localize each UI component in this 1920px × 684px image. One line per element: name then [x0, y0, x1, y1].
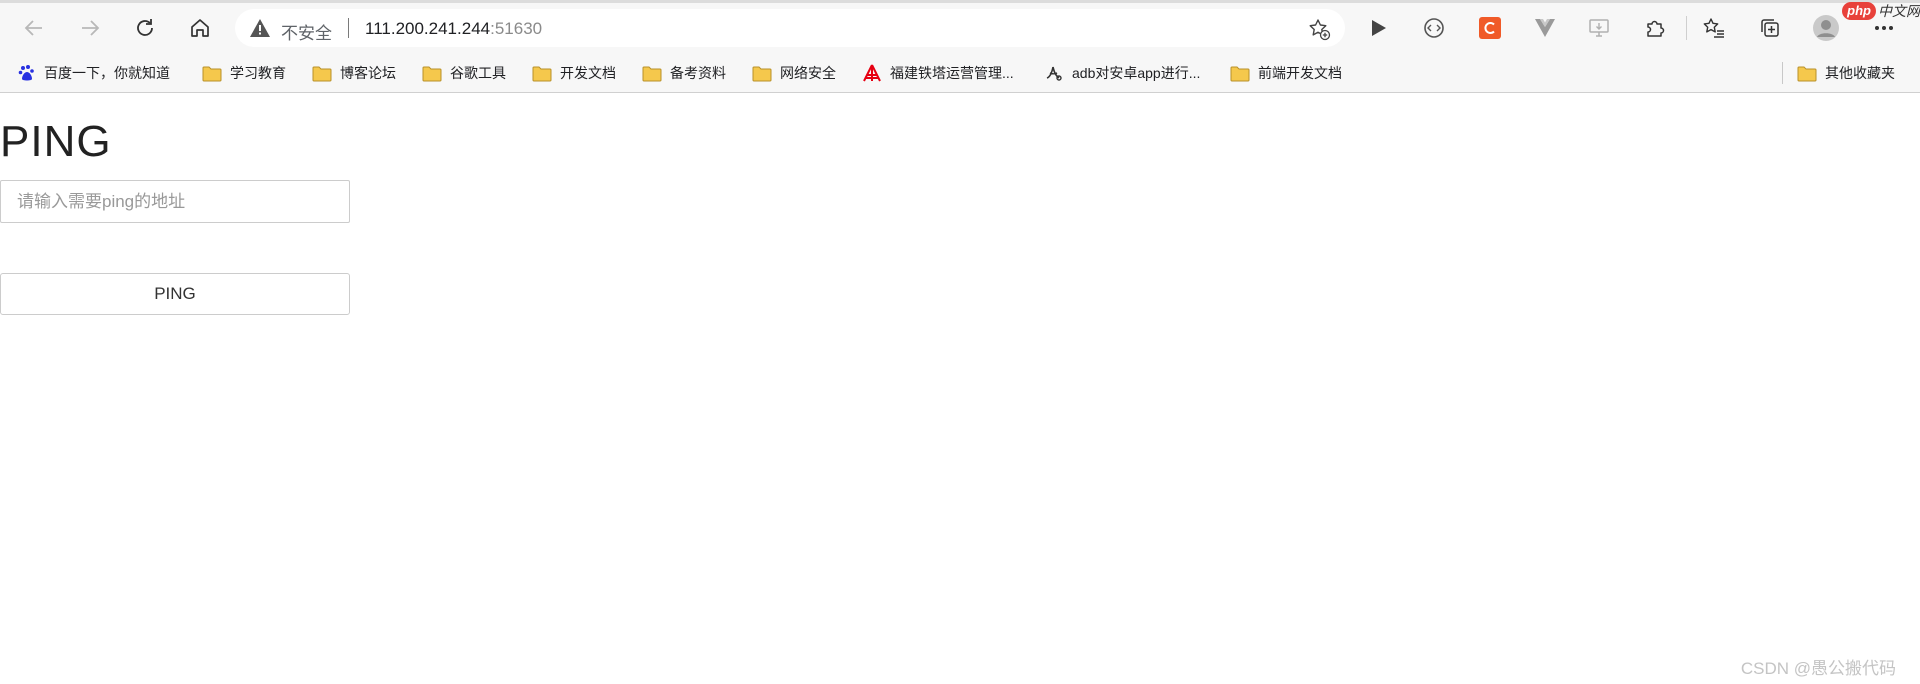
- arrow-right-icon: [82, 20, 100, 36]
- bookmark-tower[interactable]: 福建铁塔运营管理...: [862, 62, 1014, 84]
- csdn-credit: CSDN @愚公搬代码: [1740, 659, 1896, 678]
- folder-icon: [642, 66, 662, 81]
- folder-icon: [752, 66, 772, 81]
- bookmark-label: 福建铁塔运营管理...: [890, 65, 1014, 81]
- back-button[interactable]: [16, 10, 52, 46]
- add-favorite-icon[interactable]: [1307, 17, 1331, 41]
- orange-extension[interactable]: [1476, 14, 1504, 42]
- page-title: PING: [0, 117, 112, 166]
- bookmark-label: 学习教育: [230, 65, 286, 81]
- watermark-text: 中文网: [1878, 3, 1920, 19]
- reload-icon: [137, 19, 153, 36]
- forward-button[interactable]: [72, 10, 108, 46]
- bookmark-label: 备考资料: [670, 65, 726, 81]
- ping-address-input[interactable]: [0, 180, 350, 223]
- extensions-button[interactable]: [1641, 14, 1669, 42]
- screen-extension[interactable]: [1585, 14, 1613, 42]
- play-icon: [1372, 20, 1386, 36]
- collections-icon: [1761, 19, 1779, 37]
- c-logo-icon: [1479, 17, 1501, 39]
- bookmark-label: 其他收藏夹: [1825, 65, 1895, 81]
- tower-icon: [863, 64, 881, 82]
- puzzle-icon: [1647, 20, 1665, 37]
- bookmark-adb[interactable]: adb对安卓app进行...: [1044, 62, 1200, 84]
- media-extension[interactable]: [1364, 14, 1392, 42]
- bookmark-label: 前端开发文档: [1258, 65, 1342, 81]
- folder-icon: [1230, 66, 1250, 81]
- tab-strip-edge: [0, 0, 1920, 3]
- bookmarks-bar: 百度一下，你就知道 学习教育 博客论坛 谷歌工具 开发文档 备考资料 网络安全 …: [0, 54, 1920, 93]
- folder-icon: [202, 66, 222, 81]
- bookmark-folder[interactable]: 谷歌工具: [422, 62, 506, 84]
- bookmark-baidu[interactable]: 百度一下，你就知道: [18, 62, 170, 84]
- bookmark-folder[interactable]: 前端开发文档: [1230, 62, 1342, 84]
- bookmark-folder[interactable]: 开发文档: [532, 62, 616, 84]
- url-host: 111.200.241.244: [365, 19, 491, 38]
- reload-button[interactable]: [127, 10, 163, 46]
- monitor-download-icon: [1589, 19, 1609, 37]
- ping-button[interactable]: PING: [0, 273, 350, 315]
- url-port: :51630: [490, 19, 543, 38]
- bookmark-folder[interactable]: 学习教育: [202, 62, 286, 84]
- bookmark-label: 百度一下，你就知道: [44, 65, 170, 81]
- php-watermark: php 中文网: [1842, 0, 1920, 22]
- bookmark-label: 网络安全: [780, 65, 836, 81]
- watermark-badge: php: [1842, 2, 1876, 20]
- vue-logo-icon: [1535, 19, 1555, 37]
- bookmark-folder[interactable]: 备考资料: [642, 62, 726, 84]
- bookmarks-divider: [1782, 62, 1783, 84]
- folder-icon: [422, 66, 442, 81]
- profile-button[interactable]: [1812, 14, 1840, 42]
- avatar: [1813, 15, 1839, 41]
- browser-toolbar: 不安全 111.200.241.244:51630 php 中文网: [0, 0, 1920, 54]
- security-label[interactable]: 不安全: [281, 19, 332, 44]
- code-circle-icon: [1424, 18, 1444, 38]
- favorites-button[interactable]: [1700, 14, 1728, 42]
- baidu-icon: [18, 65, 34, 81]
- adb-icon: [1046, 66, 1062, 81]
- home-icon: [191, 19, 209, 37]
- warning-icon[interactable]: [249, 18, 271, 38]
- address-bar[interactable]: 不安全 111.200.241.244:51630: [235, 9, 1345, 47]
- bookmark-folder[interactable]: 网络安全: [752, 62, 836, 84]
- favorites-list-icon: [1703, 18, 1724, 38]
- more-dots-icon: [1875, 26, 1893, 30]
- bookmark-label: adb对安卓app进行...: [1072, 65, 1201, 81]
- home-button[interactable]: [182, 10, 218, 46]
- url-text[interactable]: 111.200.241.244:51630: [365, 19, 542, 39]
- bookmark-label: 谷歌工具: [450, 65, 506, 81]
- folder-icon: [1797, 66, 1817, 81]
- bookmark-folder[interactable]: 博客论坛: [312, 62, 396, 84]
- other-favorites-folder[interactable]: 其他收藏夹: [1797, 62, 1895, 84]
- arrow-left-icon: [24, 20, 42, 36]
- folder-icon: [532, 66, 552, 81]
- address-separator: [348, 18, 349, 38]
- bookmark-label: 博客论坛: [340, 65, 396, 81]
- vue-extension[interactable]: [1531, 14, 1559, 42]
- bookmark-label: 开发文档: [560, 65, 616, 81]
- folder-icon: [312, 66, 332, 81]
- devtools-extension[interactable]: [1420, 14, 1448, 42]
- toolbar-divider: [1686, 16, 1687, 40]
- collections-button[interactable]: [1756, 14, 1784, 42]
